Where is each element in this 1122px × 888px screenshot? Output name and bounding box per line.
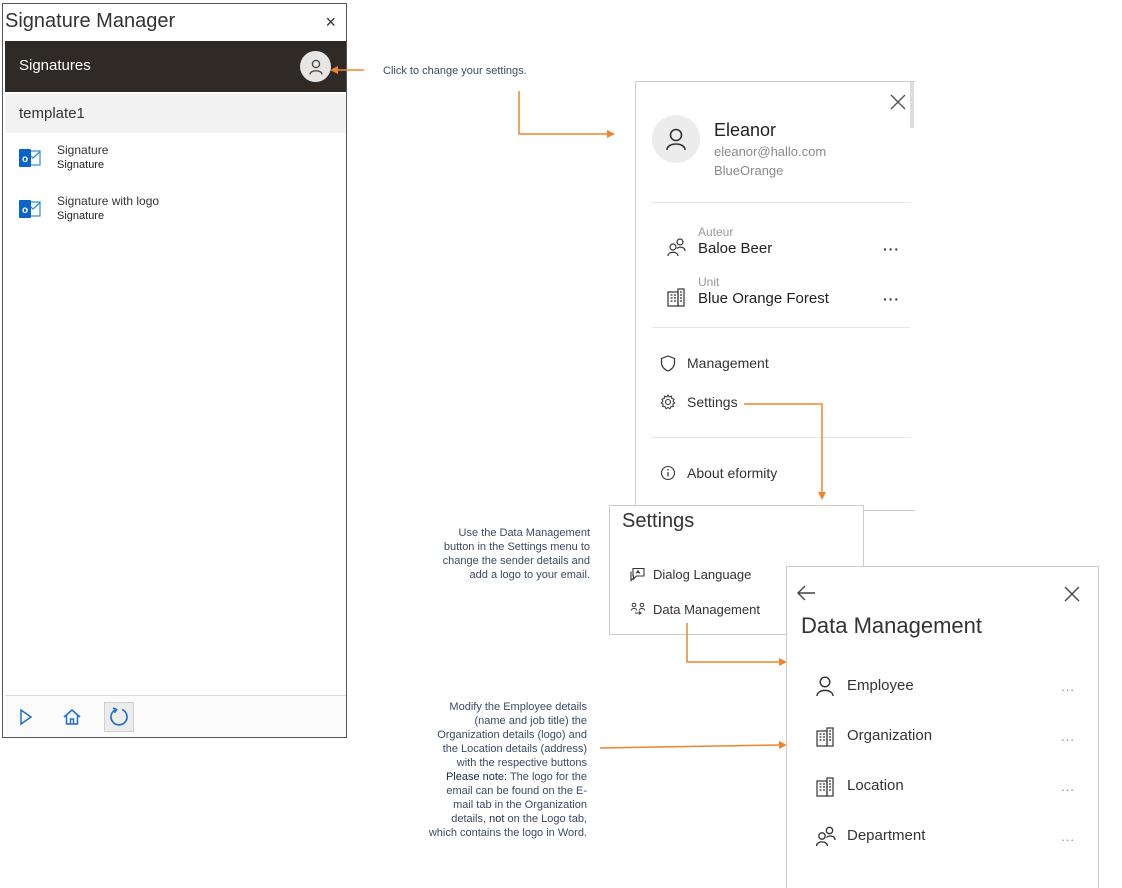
arrow-to-data-management [686, 623, 780, 663]
arrowhead [779, 741, 787, 749]
arrowhead [818, 492, 826, 500]
arrow-to-data-items [599, 744, 781, 749]
arrow-settings-down [744, 403, 823, 494]
arrowhead [330, 66, 338, 74]
arrowhead [779, 658, 787, 666]
annotation-arrows [330, 66, 826, 749]
arrow-to-profile [518, 91, 608, 135]
arrowhead [607, 130, 615, 138]
